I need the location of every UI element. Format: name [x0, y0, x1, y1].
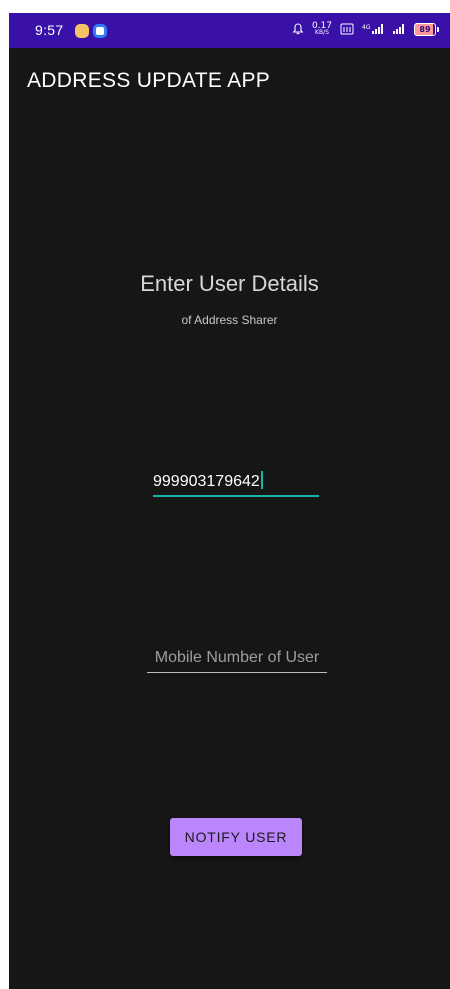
text-cursor — [260, 471, 263, 489]
signal-icon — [392, 23, 406, 35]
status-icons: 0.17 KB/S 4G 89 — [292, 22, 439, 36]
volte-icon — [340, 23, 354, 35]
network-speed-unit: KB/S — [315, 29, 329, 36]
user-id-value: 999903179642 — [153, 473, 260, 490]
network-speed: 0.17 KB/S — [312, 22, 332, 36]
battery-icon: 89 — [414, 22, 439, 36]
status-bar: 9:57 0.17 KB/S 4G 89 — [9, 13, 450, 48]
user-id-input[interactable]: 999903179642 — [153, 471, 319, 497]
app-screen: 9:57 0.17 KB/S 4G 89 ADDRESS UPDATE APP … — [9, 13, 450, 989]
signal-4g-icon: 4G — [362, 23, 384, 35]
alarm-bell-icon — [292, 23, 304, 35]
mobile-number-input[interactable]: Mobile Number of User — [147, 647, 327, 673]
notification-app-icon — [75, 24, 89, 38]
mobile-number-placeholder: Mobile Number of User — [154, 649, 320, 666]
page-subheading: of Address Sharer — [181, 313, 278, 327]
notify-user-button[interactable]: NOTIFY USER — [170, 818, 302, 856]
svg-text:4G: 4G — [362, 24, 371, 31]
app-title: ADDRESS UPDATE APP — [27, 69, 271, 92]
page-heading: Enter User Details — [140, 271, 319, 296]
notification-app-icon — [93, 24, 107, 38]
status-time: 9:57 — [35, 22, 64, 38]
